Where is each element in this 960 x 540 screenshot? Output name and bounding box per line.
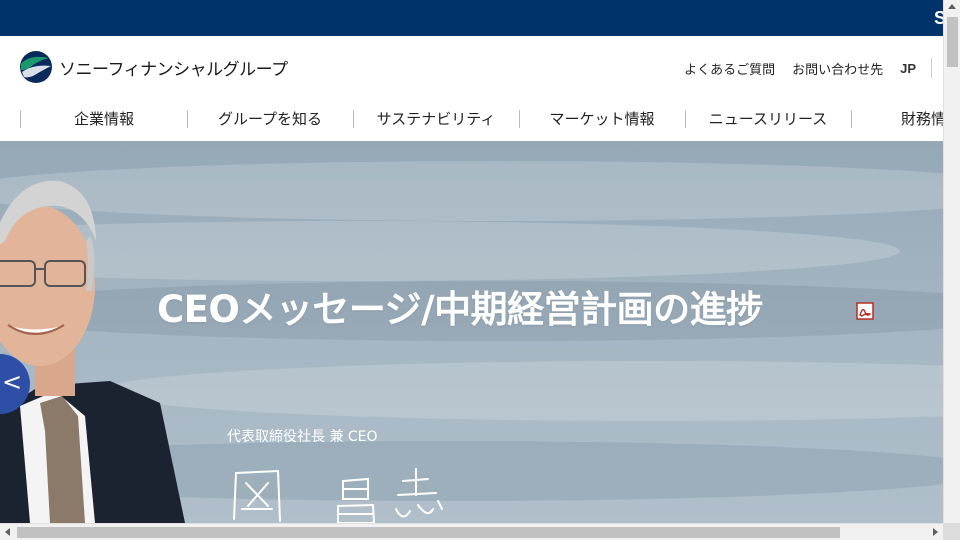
ceo-role-label: 代表取締役社長 兼 CEO <box>227 429 378 445</box>
hero-wave <box>100 361 943 421</box>
utility-links: よくあるご質問 お問い合わせ先 JP <box>684 58 943 78</box>
nav-item-company[interactable]: 企業情報 <box>21 96 187 141</box>
vertical-scroll-thumb[interactable] <box>947 17 958 67</box>
nav-item-finance[interactable]: 財務情 <box>851 96 943 141</box>
chevron-left-icon: < <box>2 368 23 396</box>
global-nav: 企業情報 グループを知る サステナビリティ マーケット情報 ニュースリリース 財… <box>0 96 943 141</box>
horizontal-scrollbar[interactable] <box>0 523 943 540</box>
ceo-signature <box>233 468 443 523</box>
site-header: ソニーフィナンシャルグループ よくあるご質問 お問い合わせ先 JP <box>0 36 943 96</box>
nav-item-market[interactable]: マーケット情報 <box>519 96 685 141</box>
vertical-scrollbar[interactable] <box>943 0 960 523</box>
hero-title[interactable]: CEOメッセージ/中期経営計画の進捗 <box>157 279 763 333</box>
scroll-right-arrow-icon[interactable] <box>933 528 938 536</box>
scroll-left-arrow-icon[interactable] <box>5 528 10 536</box>
nav-item-sustainability[interactable]: サステナビリティ <box>353 96 519 141</box>
top-brand-bar: S <box>0 0 943 36</box>
contact-link[interactable]: お問い合わせ先 <box>792 59 883 78</box>
language-toggle[interactable]: JP <box>900 61 916 76</box>
sony-brand-mark[interactable]: S <box>934 8 943 29</box>
site-logo[interactable]: ソニーフィナンシャルグループ <box>19 50 288 84</box>
logo-text: ソニーフィナンシャルグループ <box>59 59 288 80</box>
horizontal-scroll-thumb[interactable] <box>17 527 840 538</box>
scroll-up-arrow-icon[interactable] <box>948 4 956 9</box>
nav-item-group[interactable]: グループを知る <box>187 96 353 141</box>
faq-link[interactable]: よくあるご質問 <box>684 59 775 78</box>
scrollbar-corner <box>943 523 960 540</box>
nav-item-news[interactable]: ニュースリリース <box>685 96 851 141</box>
logo-mark-icon <box>20 51 52 83</box>
hero-banner[interactable]: CEOメッセージ/中期経営計画の進捗 代表取締役社長 兼 CEO < <box>0 141 943 523</box>
pdf-icon[interactable] <box>856 302 874 320</box>
utility-divider <box>931 58 932 78</box>
